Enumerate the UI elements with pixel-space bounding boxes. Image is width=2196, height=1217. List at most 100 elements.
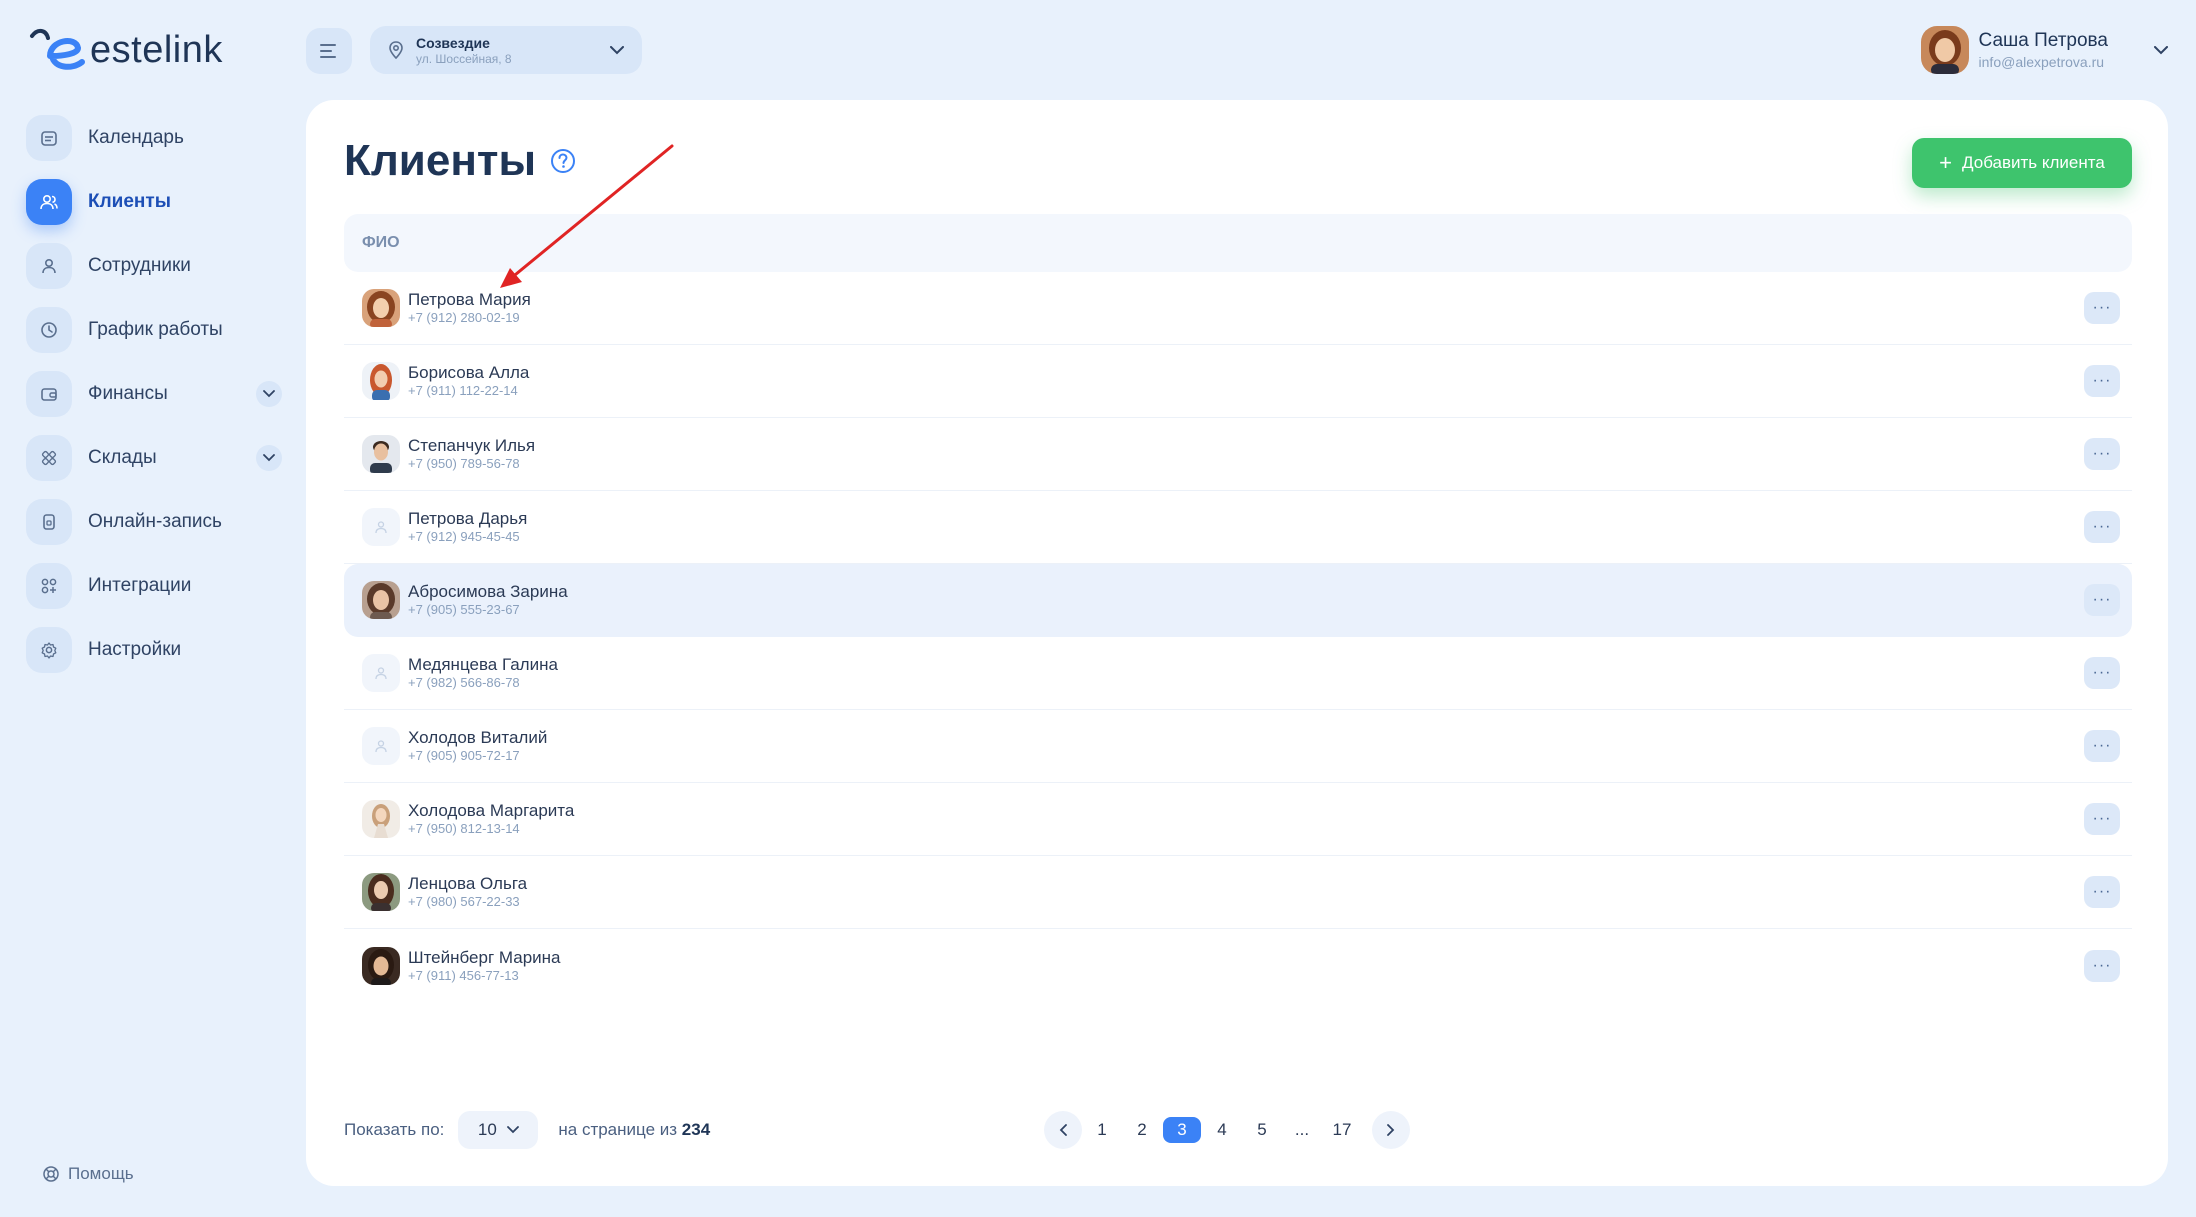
sidebar-item-label: Онлайн-запись xyxy=(88,511,222,532)
sidebar-item-label: Склады xyxy=(88,447,157,468)
clients-table-body: Петрова Мария +7 (912) 280-02-19 ··· Бор… xyxy=(344,272,2132,1002)
table-row[interactable]: Борисова Алла +7 (911) 112-22-14 ··· xyxy=(344,345,2132,418)
table-row[interactable]: Штейнберг Марина +7 (911) 456-77-13 ··· xyxy=(344,929,2132,1002)
client-avatar xyxy=(362,800,400,838)
client-avatar xyxy=(362,946,400,985)
more-dots-icon: ··· xyxy=(2092,518,2112,535)
page-1[interactable]: 1 xyxy=(1082,1120,1122,1140)
client-name[interactable]: Медянцева Галина xyxy=(408,655,558,675)
logo-mark-icon xyxy=(30,29,85,70)
client-name[interactable]: Холодов Виталий xyxy=(408,728,547,748)
client-name[interactable]: Холодова Маргарита xyxy=(408,801,574,821)
more-options-button[interactable]: ··· xyxy=(2084,730,2120,762)
logo-text: estelink xyxy=(90,28,223,71)
client-name[interactable]: Ленцова Ольга xyxy=(408,874,527,894)
sidebar-item-employees[interactable]: Сотрудники xyxy=(26,242,282,290)
table-row[interactable]: Петрова Дарья +7 (912) 945-45-45 ··· xyxy=(344,491,2132,564)
client-name[interactable]: Петрова Дарья xyxy=(408,509,527,529)
table-row[interactable]: Холодов Виталий +7 (905) 905-72-17 ··· xyxy=(344,710,2132,783)
next-page-button[interactable] xyxy=(1372,1111,1410,1149)
client-phone: +7 (950) 812-13-14 xyxy=(408,821,520,836)
question-circle-icon[interactable] xyxy=(550,148,576,174)
boxes-icon xyxy=(26,435,72,481)
column-header-fio[interactable]: ФИО xyxy=(362,234,400,252)
sidebar-item-calendar[interactable]: Календарь xyxy=(26,114,282,162)
table-row[interactable]: Медянцева Галина +7 (982) 566-86-78 ··· xyxy=(344,637,2132,710)
more-options-button[interactable]: ··· xyxy=(2084,511,2120,543)
table-row[interactable]: Абросимова Зарина +7 (905) 555-23-67 ··· xyxy=(344,564,2132,637)
page-5[interactable]: 5 xyxy=(1242,1120,1282,1140)
wallet-icon xyxy=(26,371,72,417)
client-avatar-placeholder xyxy=(362,654,400,692)
page-3-current[interactable]: 3 xyxy=(1163,1117,1201,1143)
client-name[interactable]: Степанчук Илья xyxy=(408,436,535,456)
more-options-button[interactable]: ··· xyxy=(2084,292,2120,324)
table-row[interactable]: Ленцова Ольга +7 (980) 567-22-33 ··· xyxy=(344,856,2132,929)
more-dots-icon: ··· xyxy=(2092,299,2112,316)
page-2[interactable]: 2 xyxy=(1122,1120,1162,1140)
sidebar-item-schedule[interactable]: График работы xyxy=(26,306,282,354)
sidebar-item-finance[interactable]: Финансы xyxy=(26,370,282,418)
sidebar-item-clients[interactable]: Клиенты xyxy=(26,178,282,226)
logo[interactable]: estelink xyxy=(28,26,223,74)
client-name[interactable]: Петрова Мария xyxy=(408,290,531,310)
user-icon xyxy=(26,243,72,289)
more-dots-icon: ··· xyxy=(2092,664,2112,681)
table-row[interactable]: Степанчук Илья +7 (950) 789-56-78 ··· xyxy=(344,418,2132,491)
more-dots-icon: ··· xyxy=(2092,445,2112,462)
menu-toggle-button[interactable] xyxy=(306,28,352,74)
add-client-button[interactable]: + Добавить клиента xyxy=(1912,138,2132,188)
client-avatar xyxy=(362,435,400,473)
more-options-button[interactable]: ··· xyxy=(2084,365,2120,397)
client-phone: +7 (905) 555-23-67 xyxy=(408,602,520,617)
prev-page-button[interactable] xyxy=(1044,1111,1082,1149)
more-options-button[interactable]: ··· xyxy=(2084,584,2120,616)
client-phone: +7 (912) 280-02-19 xyxy=(408,310,520,325)
more-dots-icon: ··· xyxy=(2092,956,2112,974)
more-options-button[interactable]: ··· xyxy=(2084,876,2120,908)
sidebar-item-label: Настройки xyxy=(88,639,182,660)
users-icon xyxy=(26,179,72,225)
location-selector[interactable]: Созвездие ул. Шоссейная, 8 xyxy=(370,26,642,74)
sidebar-item-label: Календарь xyxy=(88,127,184,148)
more-options-button[interactable]: ··· xyxy=(2084,657,2120,689)
client-phone: +7 (911) 112-22-14 xyxy=(408,383,518,398)
chevron-down-icon[interactable] xyxy=(256,381,282,407)
more-options-button[interactable]: ··· xyxy=(2084,949,2120,982)
page-4[interactable]: 4 xyxy=(1202,1120,1242,1140)
client-avatar xyxy=(362,289,400,327)
more-dots-icon: ··· xyxy=(2092,591,2112,608)
client-name[interactable]: Штейнберг Марина xyxy=(408,948,561,968)
calendar-icon xyxy=(26,115,72,161)
per-page-select[interactable]: 10 xyxy=(458,1111,539,1149)
client-phone: +7 (980) 567-22-33 xyxy=(408,894,520,909)
table-row[interactable]: Холодова Маргарита +7 (950) 812-13-14 ··… xyxy=(344,783,2132,856)
more-dots-icon: ··· xyxy=(2092,372,2112,389)
sidebar-item-label: График работы xyxy=(88,319,223,340)
client-name[interactable]: Борисова Алла xyxy=(408,363,529,383)
more-options-button[interactable]: ··· xyxy=(2084,438,2120,470)
more-options-button[interactable]: ··· xyxy=(2084,803,2120,835)
sidebar-item-integrations[interactable]: Интеграции xyxy=(26,562,282,610)
sidebar: Календарь Клиенты Сотрудники График рабо… xyxy=(26,114,282,690)
user-menu[interactable]: Саша Петрова info@alexpetrova.ru xyxy=(1920,24,2168,76)
page-last[interactable]: 17 xyxy=(1322,1120,1362,1140)
client-name[interactable]: Абросимова Зарина xyxy=(408,582,568,602)
add-client-label: Добавить клиента xyxy=(1962,153,2105,172)
user-placeholder-icon xyxy=(375,667,387,680)
help-link[interactable]: Помощь xyxy=(42,1164,134,1184)
table-row[interactable]: Петрова Мария +7 (912) 280-02-19 ··· xyxy=(344,272,2132,345)
sidebar-item-warehouses[interactable]: Склады xyxy=(26,434,282,482)
more-dots-icon: ··· xyxy=(2092,737,2112,754)
client-avatar xyxy=(362,873,400,911)
phone-icon xyxy=(26,499,72,545)
more-dots-icon: ··· xyxy=(2092,810,2112,827)
range-label: на странице из xyxy=(558,1120,678,1139)
sidebar-item-settings[interactable]: Настройки xyxy=(26,626,282,674)
chevron-down-icon[interactable] xyxy=(256,445,282,471)
client-avatar xyxy=(362,581,400,619)
user-email: info@alexpetrova.ru xyxy=(1978,54,2105,70)
table-header: ФИО xyxy=(344,214,2132,272)
sidebar-item-online-booking[interactable]: Онлайн-запись xyxy=(26,498,282,546)
chevron-down-icon[interactable] xyxy=(2154,45,2168,55)
